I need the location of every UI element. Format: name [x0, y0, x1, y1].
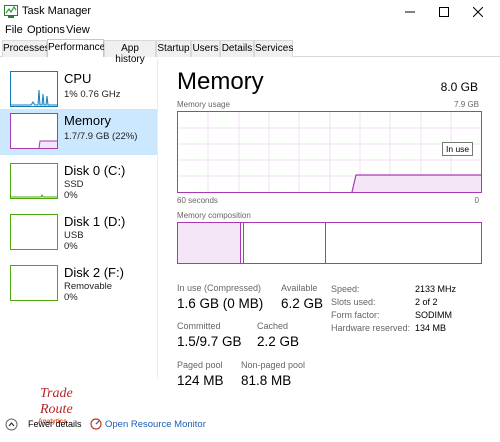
sidebar-item-detail: USB	[64, 230, 84, 241]
composition-free	[326, 223, 481, 263]
sidebar-item-memory[interactable]: Memory 1.7/7.9 GB (22%)	[0, 109, 157, 155]
in-use-tooltip: In use	[442, 142, 474, 156]
sidebar-item-label: CPU	[64, 71, 92, 86]
window-title: Task Manager	[22, 5, 92, 17]
footer-bar: Trade Route Analytics Fewer details Open…	[0, 386, 500, 442]
sidebar-item-label: Disk 0 (C:)	[64, 163, 126, 178]
tab-startup[interactable]: Startup	[156, 40, 191, 57]
time-axis-end: 0	[474, 196, 479, 205]
svg-text:Route: Route	[39, 402, 73, 417]
memory-total: 8.0 GB	[440, 80, 478, 94]
sidebar-item-cpu[interactable]: CPU 1% 0.76 GHz	[0, 67, 157, 113]
sidebar-item-detail: 1% 0.76 GHz	[64, 89, 121, 100]
memory-composition-label: Memory composition	[177, 211, 251, 220]
memory-usage-max: 7.9 GB	[454, 100, 479, 109]
menu-options[interactable]: Options	[27, 24, 65, 36]
cpu-thumbnail-graph	[10, 71, 58, 107]
sidebar-item-disk-1[interactable]: Disk 1 (D:) USB 0%	[0, 210, 157, 256]
menu-view[interactable]: View	[66, 24, 90, 36]
maximize-button[interactable]	[426, 0, 462, 24]
sidebar-item-label: Disk 1 (D:)	[64, 214, 126, 229]
tab-details[interactable]: Details	[220, 40, 254, 57]
tab-services[interactable]: Services	[254, 40, 293, 57]
svg-text:Trade: Trade	[40, 386, 73, 401]
sidebar-item-detail: Removable	[64, 281, 113, 292]
speed-label: Speed:	[331, 284, 360, 294]
title-bar: Task Manager	[0, 0, 500, 24]
memory-usage-graph: In use	[177, 111, 482, 193]
page-title: Memory	[177, 68, 264, 95]
committed-label: Committed	[177, 321, 221, 331]
hardware-reserved-value: 134 MB	[415, 323, 447, 333]
maximize-icon	[439, 7, 449, 17]
sidebar-item-label: Memory	[64, 113, 111, 128]
memory-thumbnail-graph	[10, 113, 58, 149]
open-resource-monitor-link[interactable]: Open Resource Monitor	[105, 419, 206, 430]
available-value: 6.2 GB	[281, 296, 324, 311]
non-paged-pool-value: 81.8 MB	[241, 373, 292, 388]
form-factor-value: SODIMM	[415, 310, 452, 320]
sidebar-item-usage: 0%	[64, 241, 78, 252]
in-use-value: 1.6 GB (0 MB)	[177, 296, 264, 311]
memory-usage-chart	[178, 112, 481, 192]
sidebar-item-usage: 0%	[64, 292, 78, 303]
task-manager-icon	[4, 5, 18, 18]
committed-value: 1.5/9.7 GB	[177, 334, 242, 349]
tab-processes[interactable]: Processes	[2, 40, 50, 57]
slots-used-value: 2 of 2	[415, 297, 438, 307]
tab-app-history[interactable]: App history	[104, 40, 156, 65]
sidebar-item-detail: SSD	[64, 179, 84, 190]
disk-2-thumbnail-graph	[10, 265, 58, 301]
composition-standby	[244, 223, 326, 263]
cached-label: Cached	[257, 321, 289, 331]
tab-users[interactable]: Users	[191, 40, 220, 57]
minimize-button[interactable]	[392, 0, 428, 24]
non-paged-pool-label: Non-paged pool	[241, 360, 306, 370]
close-button[interactable]	[460, 0, 496, 24]
composition-in-use	[178, 223, 241, 263]
disk-0-thumbnail-graph	[10, 163, 58, 199]
memory-usage-label: Memory usage	[177, 100, 230, 109]
sidebar-item-disk-0[interactable]: Disk 0 (C:) SSD 0%	[0, 159, 157, 205]
sidebar-item-usage: 0%	[64, 190, 78, 201]
paged-pool-label: Paged pool	[177, 360, 223, 370]
tab-performance[interactable]: Performance	[47, 39, 105, 57]
menu-file[interactable]: File	[5, 24, 23, 36]
chevron-up-icon[interactable]	[5, 418, 18, 431]
form-factor-label: Form factor:	[331, 310, 380, 320]
sidebar-item-disk-2[interactable]: Disk 2 (F:) Removable 0%	[0, 261, 157, 307]
time-axis-start: 60 seconds	[177, 196, 218, 205]
resource-monitor-icon	[90, 418, 102, 430]
cached-value: 2.2 GB	[257, 334, 300, 349]
in-use-label: In use (Compressed)	[177, 283, 262, 293]
sidebar-item-label: Disk 2 (F:)	[64, 265, 124, 280]
memory-composition-bar	[177, 222, 482, 264]
speed-value: 2133 MHz	[415, 284, 457, 294]
fewer-details-link[interactable]: Fewer details	[28, 419, 82, 429]
sidebar-item-detail: 1.7/7.9 GB (22%)	[64, 131, 138, 142]
minimize-icon	[405, 11, 415, 13]
available-label: Available	[281, 283, 318, 293]
trade-route-logo: Trade Route Analytics	[38, 386, 73, 425]
close-icon	[473, 7, 483, 17]
menu-bar: File Options View	[0, 23, 500, 39]
paged-pool-value: 124 MB	[177, 373, 224, 388]
hardware-reserved-label: Hardware reserved:	[331, 323, 411, 333]
resource-sidebar: CPU 1% 0.76 GHz Memory 1.7/7.9 GB (22%) …	[0, 58, 158, 378]
slots-used-label: Slots used:	[331, 297, 376, 307]
tab-strip: Processes Performance App history Startu…	[0, 39, 500, 65]
disk-1-thumbnail-graph	[10, 214, 58, 250]
